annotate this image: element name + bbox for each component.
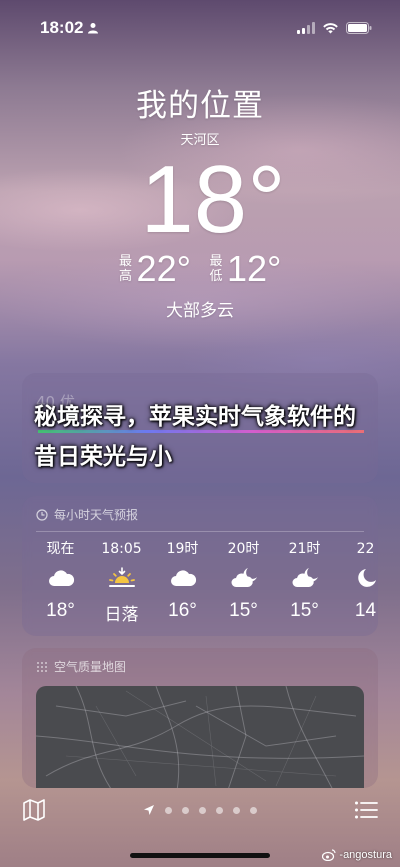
battery-icon xyxy=(346,22,372,34)
cloud-moon-icon xyxy=(292,568,318,587)
list-icon[interactable] xyxy=(354,800,378,820)
weather-header: 我的位置 天河区 18° 最高 22° 最低 12° 大部多云 xyxy=(0,80,400,321)
location-title: 我的位置 xyxy=(136,88,264,124)
home-indicator[interactable] xyxy=(130,853,270,858)
bottom-toolbar xyxy=(0,790,400,830)
cloud-icon xyxy=(48,570,74,586)
low-label: 最低 xyxy=(209,254,223,284)
low-temp: 最低 12° xyxy=(209,248,281,290)
air-quality-map-card[interactable]: 空气质量地图 xyxy=(22,648,378,788)
status-icons xyxy=(297,22,372,34)
hour-item: 18:05 日落 xyxy=(101,541,142,625)
sunset-icon xyxy=(108,567,135,587)
dots-grid-icon xyxy=(37,661,47,672)
hour-item: 19时 16° xyxy=(166,541,199,621)
hourly-title: 每小时天气预报 xyxy=(22,496,378,523)
page-dot[interactable] xyxy=(199,806,206,814)
location-arrow-icon xyxy=(144,805,154,815)
weibo-icon xyxy=(322,849,337,861)
signal-icon xyxy=(297,22,315,34)
overlay-banner-text: 秘境探寻，苹果实时气象软件的昔日荣光与小 xyxy=(34,404,356,470)
person-icon xyxy=(88,23,99,34)
map-icon[interactable] xyxy=(22,799,46,821)
high-label: 最高 xyxy=(119,254,133,284)
page-indicator[interactable] xyxy=(143,804,257,816)
page-dot[interactable] xyxy=(250,806,257,814)
hour-item: 现在 18° xyxy=(46,541,75,621)
hour-item: 22 14 xyxy=(354,541,377,621)
hourly-forecast-card[interactable]: 每小时天气预报 现在 18° 18:05 日落 19时 16° 20时 15° … xyxy=(22,496,378,636)
hourly-list[interactable]: 现在 18° 18:05 日落 19时 16° 20时 15° 21时 15° … xyxy=(22,532,378,625)
map-roads xyxy=(36,686,364,788)
watermark: -angostura xyxy=(322,849,392,861)
page-dot[interactable] xyxy=(233,806,240,814)
low-value: 12° xyxy=(227,248,282,289)
air-quality-title: 空气质量地图 xyxy=(22,648,378,675)
high-low: 最高 22° 最低 12° xyxy=(0,248,400,290)
hour-item: 20时 15° xyxy=(227,541,260,621)
moon-icon xyxy=(357,569,376,587)
hour-item: 21时 15° xyxy=(288,541,321,621)
status-time: 18:02 xyxy=(40,18,99,38)
status-bar: 18:02 xyxy=(0,0,400,56)
cloud-icon xyxy=(170,570,196,586)
air-quality-map[interactable] xyxy=(36,686,364,788)
condition-label: 大部多云 xyxy=(166,301,234,321)
page-dot[interactable] xyxy=(216,806,223,814)
page-dot[interactable] xyxy=(182,806,189,814)
wifi-icon xyxy=(323,23,338,34)
high-temp: 最高 22° xyxy=(119,248,191,290)
clock-icon xyxy=(36,508,48,521)
cloud-moon-icon xyxy=(231,568,257,587)
current-temperature: 18° xyxy=(140,146,286,253)
page-dot[interactable] xyxy=(165,806,172,814)
high-value: 22° xyxy=(136,248,191,289)
